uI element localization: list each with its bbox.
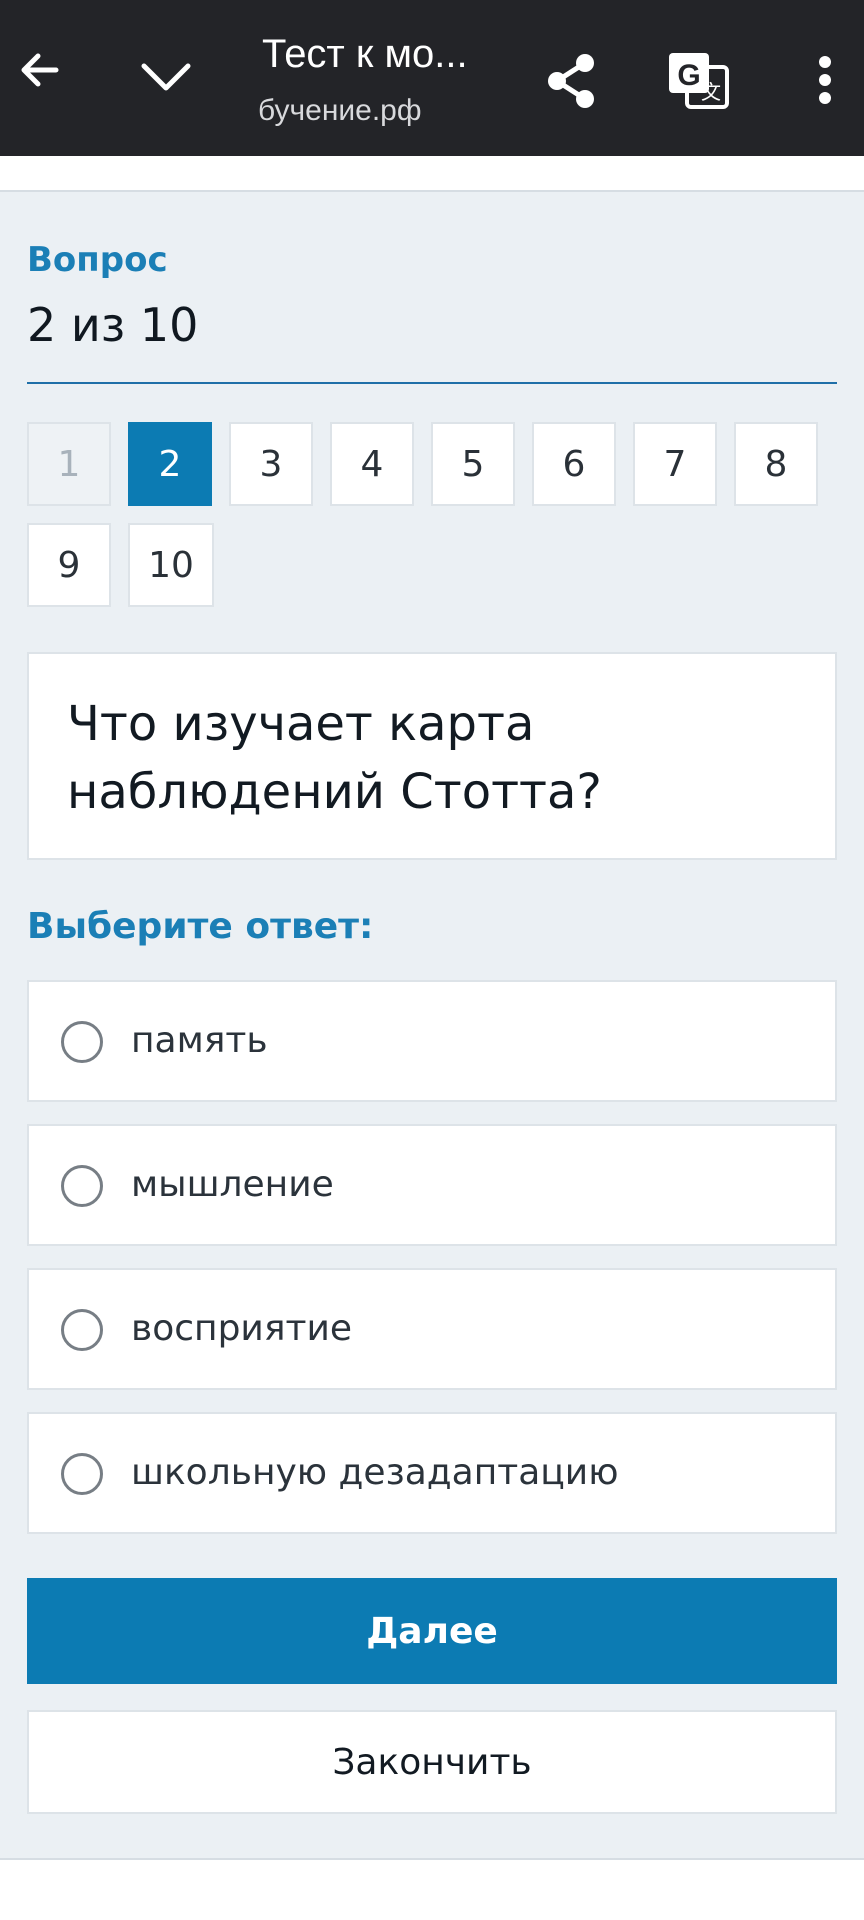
- question-nav-2[interactable]: 2: [128, 422, 212, 506]
- question-nav-5[interactable]: 5: [431, 422, 515, 506]
- question-counter: 2 из 10: [27, 298, 199, 352]
- more-vertical-icon[interactable]: [800, 44, 850, 116]
- page-header-strip: [0, 156, 864, 192]
- share-icon[interactable]: [536, 46, 606, 116]
- answer-option[interactable]: память: [27, 980, 837, 1102]
- answer-prompt: Выберите ответ:: [27, 906, 374, 947]
- answer-option-label: восприятие: [131, 1308, 352, 1349]
- next-button[interactable]: Далее: [27, 1578, 837, 1684]
- divider: [27, 382, 837, 384]
- browser-toolbar: Тест к мо... бучение.рф G 文: [0, 0, 864, 156]
- question-nav-8[interactable]: 8: [734, 422, 818, 506]
- radio-button[interactable]: [61, 1309, 103, 1351]
- radio-button[interactable]: [61, 1453, 103, 1495]
- chevron-down-icon[interactable]: [134, 44, 198, 108]
- answer-option-label: мышление: [131, 1164, 334, 1205]
- finish-button[interactable]: Закончить: [27, 1710, 837, 1814]
- answer-option[interactable]: восприятие: [27, 1268, 837, 1390]
- answer-option-label: память: [131, 1020, 268, 1061]
- question-nav-3[interactable]: 3: [229, 422, 313, 506]
- svg-text:文: 文: [701, 81, 721, 104]
- back-arrow-icon[interactable]: [8, 38, 72, 102]
- question-nav-10[interactable]: 10: [128, 523, 214, 607]
- question-nav-6[interactable]: 6: [532, 422, 616, 506]
- answer-option[interactable]: мышление: [27, 1124, 837, 1246]
- question-nav-7[interactable]: 7: [633, 422, 717, 506]
- question-nav-4[interactable]: 4: [330, 422, 414, 506]
- answer-option-label: школьную дезадаптацию: [131, 1452, 619, 1493]
- page-title[interactable]: Тест к мо...: [262, 32, 522, 77]
- translate-icon[interactable]: G 文: [662, 46, 736, 116]
- question-label: Вопрос: [27, 240, 168, 280]
- question-nav-9[interactable]: 9: [27, 523, 111, 607]
- page-footer-strip: [0, 1858, 864, 1920]
- radio-button[interactable]: [61, 1165, 103, 1207]
- question-text: Что изучает карта наблюдений Стотта?: [27, 652, 837, 860]
- page-url[interactable]: бучение.рф: [258, 94, 458, 128]
- answer-option[interactable]: школьную дезадаптацию: [27, 1412, 837, 1534]
- question-nav-1[interactable]: 1: [27, 422, 111, 506]
- radio-button[interactable]: [61, 1021, 103, 1063]
- svg-text:G: G: [677, 59, 700, 92]
